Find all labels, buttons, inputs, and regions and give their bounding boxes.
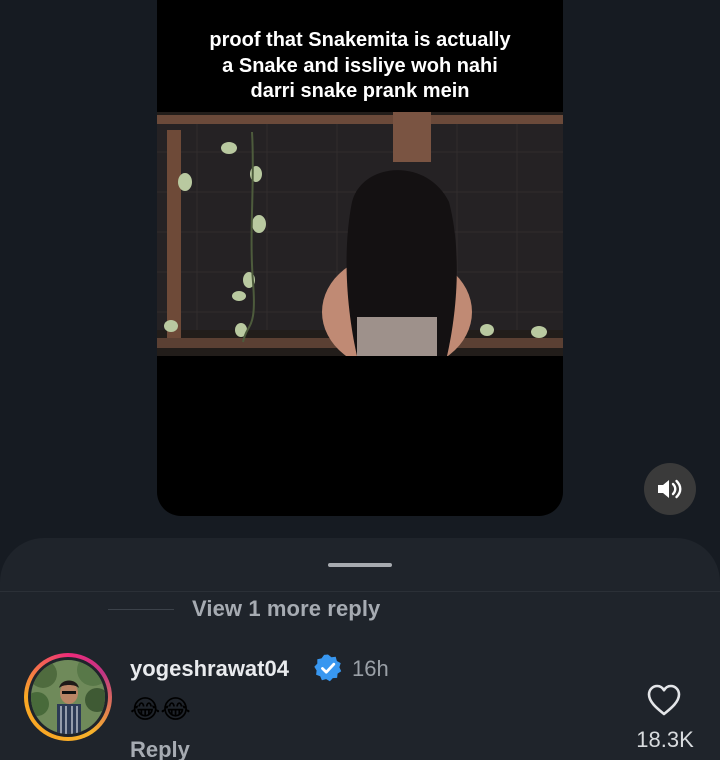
avatar-gap [28, 657, 108, 737]
caption-line: proof that Snakemita is actually [209, 29, 511, 51]
drag-handle[interactable] [328, 563, 392, 567]
caption-line: darri snake prank mein [250, 80, 470, 102]
heart-icon[interactable] [646, 683, 682, 717]
like-count: 18.3K [636, 727, 694, 752]
video-still-image [157, 112, 563, 356]
avatar-story-ring[interactable] [24, 653, 112, 741]
avatar[interactable] [31, 660, 105, 734]
comments-sheet: View 1 more reply yogeshrawat04 16h 😂😂 R… [0, 538, 720, 760]
mute-button[interactable] [644, 463, 696, 515]
comment-username[interactable]: yogeshrawat04 [130, 656, 289, 682]
video-player[interactable]: proof that Snakemita is actually a Snake… [157, 0, 563, 516]
avatar-image [31, 660, 105, 734]
video-frame[interactable] [157, 112, 563, 356]
divider [0, 591, 720, 592]
comment-text: 😂😂 [130, 695, 191, 725]
verified-badge-icon [314, 654, 342, 682]
reply-button[interactable]: Reply [130, 737, 190, 760]
video-caption: proof that Snakemita is actually a Snake… [157, 28, 563, 105]
caption-line: a Snake and issliye woh nahi [222, 54, 498, 77]
thread-line [108, 609, 174, 610]
comment-timestamp: 16h [352, 656, 389, 681]
app-screen: proof that Snakemita is actually a Snake… [0, 0, 720, 760]
view-more-replies-link[interactable]: View 1 more reply [192, 596, 380, 622]
speaker-volume-icon [658, 479, 682, 499]
